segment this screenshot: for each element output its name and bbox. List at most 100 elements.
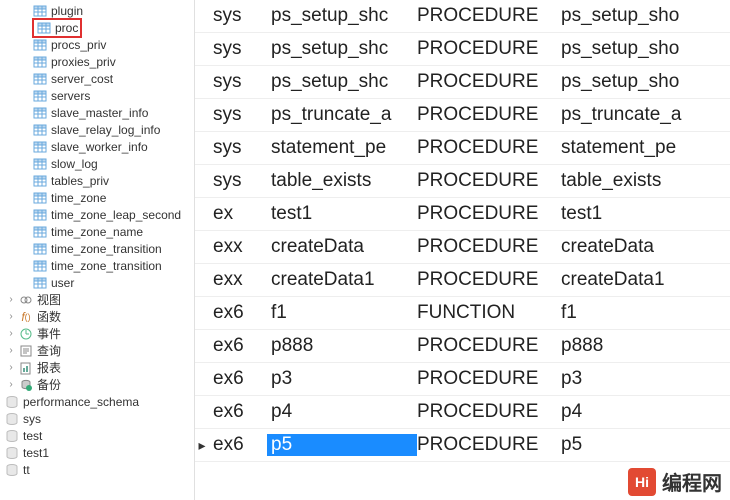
table-row[interactable]: ▸ex6p5PROCEDUREp5: [195, 429, 730, 462]
cell-db[interactable]: sys: [209, 104, 267, 126]
cell-type[interactable]: PROCEDURE: [417, 434, 557, 456]
cell-db[interactable]: sys: [209, 137, 267, 159]
cell-name[interactable]: createData1: [267, 269, 417, 291]
expand-toggle-icon[interactable]: ›: [6, 379, 16, 390]
cell-specific-name[interactable]: ps_setup_sho: [557, 71, 730, 93]
cell-db[interactable]: ex6: [209, 401, 267, 423]
table-row[interactable]: sysstatement_pePROCEDUREstatement_pe: [195, 132, 730, 165]
sidebar-category-item[interactable]: ›事件: [0, 325, 194, 342]
sidebar-database-item[interactable]: tt: [0, 461, 194, 478]
cell-type[interactable]: PROCEDURE: [417, 401, 557, 423]
sidebar-database-item[interactable]: sys: [0, 410, 194, 427]
sidebar-table-item[interactable]: time_zone: [0, 189, 194, 206]
cell-type[interactable]: PROCEDURE: [417, 170, 557, 192]
cell-specific-name[interactable]: ps_setup_sho: [557, 38, 730, 60]
sidebar-category-item[interactable]: ›备份: [0, 376, 194, 393]
sidebar-database-item[interactable]: performance_schema: [0, 393, 194, 410]
cell-type[interactable]: PROCEDURE: [417, 368, 557, 390]
cell-type[interactable]: PROCEDURE: [417, 38, 557, 60]
cell-name[interactable]: p4: [267, 401, 417, 423]
sidebar-table-item[interactable]: proc: [0, 19, 194, 36]
expand-toggle-icon[interactable]: ›: [6, 328, 16, 339]
cell-name[interactable]: ps_setup_shc: [267, 71, 417, 93]
sidebar-database-item[interactable]: test1: [0, 444, 194, 461]
cell-db[interactable]: ex6: [209, 368, 267, 390]
sidebar-table-item[interactable]: slave_master_info: [0, 104, 194, 121]
cell-specific-name[interactable]: statement_pe: [557, 137, 730, 159]
sidebar-table-item[interactable]: tables_priv: [0, 172, 194, 189]
table-row[interactable]: systable_existsPROCEDUREtable_exists: [195, 165, 730, 198]
cell-db[interactable]: exx: [209, 269, 267, 291]
sidebar-category-item[interactable]: ›报表: [0, 359, 194, 376]
cell-type[interactable]: PROCEDURE: [417, 104, 557, 126]
cell-name[interactable]: ps_truncate_a: [267, 104, 417, 126]
cell-type[interactable]: PROCEDURE: [417, 137, 557, 159]
cell-type[interactable]: PROCEDURE: [417, 71, 557, 93]
cell-type[interactable]: PROCEDURE: [417, 203, 557, 225]
expand-toggle-icon[interactable]: ›: [6, 362, 16, 373]
cell-name[interactable]: statement_pe: [267, 137, 417, 159]
sidebar-table-item[interactable]: server_cost: [0, 70, 194, 87]
expand-toggle-icon[interactable]: ›: [6, 311, 16, 322]
cell-specific-name[interactable]: ps_truncate_a: [557, 104, 730, 126]
sidebar-table-item[interactable]: slow_log: [0, 155, 194, 172]
cell-specific-name[interactable]: p888: [557, 335, 730, 357]
table-row[interactable]: extest1PROCEDUREtest1: [195, 198, 730, 231]
table-row[interactable]: ex6p4PROCEDUREp4: [195, 396, 730, 429]
sidebar-category-item[interactable]: ›查询: [0, 342, 194, 359]
cell-db[interactable]: sys: [209, 71, 267, 93]
cell-specific-name[interactable]: createData1: [557, 269, 730, 291]
sidebar-table-item[interactable]: proxies_priv: [0, 53, 194, 70]
sidebar-category-item[interactable]: ›视图: [0, 291, 194, 308]
cell-name[interactable]: test1: [267, 203, 417, 225]
table-row[interactable]: ex6p3PROCEDUREp3: [195, 363, 730, 396]
cell-name[interactable]: table_exists: [267, 170, 417, 192]
table-row[interactable]: sysps_truncate_aPROCEDUREps_truncate_a: [195, 99, 730, 132]
data-grid[interactable]: sysps_setup_shcPROCEDUREps_setup_shosysp…: [195, 0, 730, 500]
cell-db[interactable]: ex6: [209, 434, 267, 456]
cell-specific-name[interactable]: p5: [557, 434, 730, 456]
cell-specific-name[interactable]: p4: [557, 401, 730, 423]
expand-toggle-icon[interactable]: ›: [6, 345, 16, 356]
table-row[interactable]: ex6p888PROCEDUREp888: [195, 330, 730, 363]
cell-type[interactable]: PROCEDURE: [417, 5, 557, 27]
cell-name[interactable]: p5: [267, 434, 417, 456]
cell-db[interactable]: ex: [209, 203, 267, 225]
cell-type[interactable]: PROCEDURE: [417, 335, 557, 357]
cell-type[interactable]: FUNCTION: [417, 302, 557, 324]
sidebar-category-item[interactable]: ›f()函数: [0, 308, 194, 325]
table-row[interactable]: ex6f1FUNCTIONf1: [195, 297, 730, 330]
cell-db[interactable]: sys: [209, 5, 267, 27]
cell-name[interactable]: f1: [267, 302, 417, 324]
table-row[interactable]: sysps_setup_shcPROCEDUREps_setup_sho: [195, 33, 730, 66]
sidebar-table-item[interactable]: time_zone_name: [0, 223, 194, 240]
cell-name[interactable]: p3: [267, 368, 417, 390]
cell-name[interactable]: ps_setup_shc: [267, 38, 417, 60]
cell-name[interactable]: p888: [267, 335, 417, 357]
cell-name[interactable]: createData: [267, 236, 417, 258]
cell-db[interactable]: ex6: [209, 302, 267, 324]
cell-db[interactable]: exx: [209, 236, 267, 258]
sidebar-table-item[interactable]: slave_worker_info: [0, 138, 194, 155]
cell-specific-name[interactable]: f1: [557, 302, 730, 324]
cell-specific-name[interactable]: createData: [557, 236, 730, 258]
cell-specific-name[interactable]: test1: [557, 203, 730, 225]
cell-db[interactable]: sys: [209, 38, 267, 60]
table-row[interactable]: exxcreateData1PROCEDUREcreateData1: [195, 264, 730, 297]
sidebar-table-item[interactable]: time_zone_transition: [0, 257, 194, 274]
table-row[interactable]: sysps_setup_shcPROCEDUREps_setup_sho: [195, 66, 730, 99]
sidebar-table-item[interactable]: slave_relay_log_info: [0, 121, 194, 138]
sidebar-table-item[interactable]: procs_priv: [0, 36, 194, 53]
cell-db[interactable]: sys: [209, 170, 267, 192]
cell-name[interactable]: ps_setup_shc: [267, 5, 417, 27]
cell-type[interactable]: PROCEDURE: [417, 269, 557, 291]
sidebar-table-item[interactable]: time_zone_transition: [0, 240, 194, 257]
table-row[interactable]: exxcreateDataPROCEDUREcreateData: [195, 231, 730, 264]
table-row[interactable]: sysps_setup_shcPROCEDUREps_setup_sho: [195, 0, 730, 33]
sidebar-table-item[interactable]: time_zone_leap_second: [0, 206, 194, 223]
cell-type[interactable]: PROCEDURE: [417, 236, 557, 258]
cell-specific-name[interactable]: ps_setup_sho: [557, 5, 730, 27]
expand-toggle-icon[interactable]: ›: [6, 294, 16, 305]
sidebar-table-item[interactable]: user: [0, 274, 194, 291]
cell-db[interactable]: ex6: [209, 335, 267, 357]
